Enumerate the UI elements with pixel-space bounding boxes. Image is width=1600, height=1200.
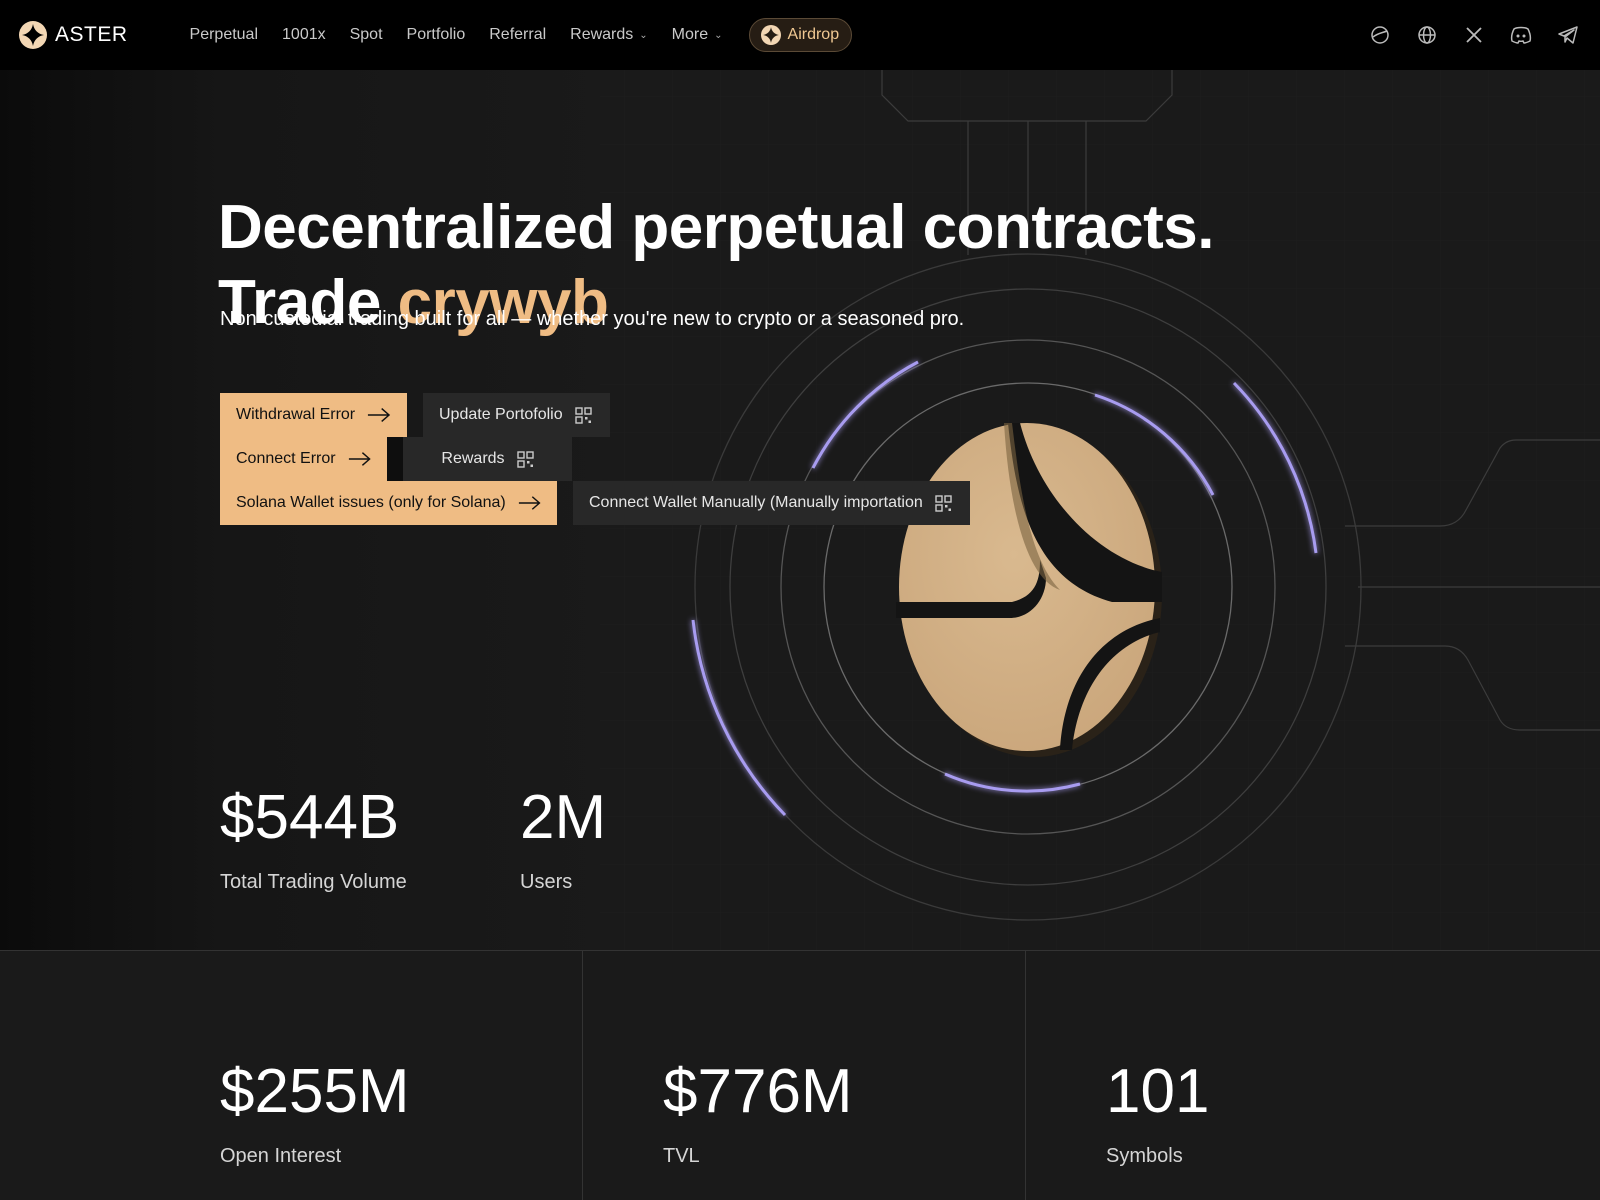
connect-error-shadow	[387, 437, 403, 481]
connect-error-label: Connect Error	[236, 450, 336, 467]
stat-label: Total Trading Volume	[220, 871, 407, 893]
stat-tvl: $776M TVL	[663, 1061, 853, 1168]
nav-more-dropdown[interactable]: More ⌄	[672, 26, 723, 44]
top-navbar: ASTER Perpetual 1001x Spot Portfolio Ref…	[0, 0, 1600, 70]
stat-label: TVL	[663, 1145, 700, 1167]
stat-value: 101	[1106, 1057, 1210, 1126]
brand-logo[interactable]: ASTER	[19, 21, 128, 49]
nav-rewards-label: Rewards	[570, 26, 634, 43]
theme-icon[interactable]	[1368, 23, 1392, 47]
stat-value: $776M	[663, 1057, 853, 1126]
section-divider	[0, 950, 1600, 951]
nav-perpetual[interactable]: Perpetual	[190, 26, 259, 44]
nav-portfolio[interactable]: Portfolio	[407, 26, 466, 44]
update-portfolio-label: Update Portofolio	[439, 406, 563, 423]
connect-wallet-manually-label: Connect Wallet Manually (Manually import…	[589, 494, 923, 511]
social-icons	[1368, 0, 1580, 70]
qr-code-icon	[935, 494, 952, 512]
globe-icon[interactable]	[1415, 23, 1439, 47]
telegram-icon[interactable]	[1556, 23, 1580, 47]
rewards-button[interactable]: Rewards	[403, 437, 572, 481]
rewards-label: Rewards	[441, 450, 505, 467]
nav-more-label: More	[671, 26, 709, 43]
main-menu: Perpetual 1001x Spot Portfolio Referral …	[190, 18, 853, 52]
stat-label: Open Interest	[220, 1145, 342, 1167]
discord-icon[interactable]	[1509, 23, 1533, 47]
stat-value: $255M	[220, 1057, 410, 1126]
qr-code-icon	[516, 450, 534, 468]
nav-spot[interactable]: Spot	[350, 26, 383, 44]
update-portfolio-button[interactable]: Update Portofolio	[423, 393, 610, 437]
aster-logo-icon	[760, 25, 781, 45]
stat-users: 2M Users	[520, 787, 606, 894]
airdrop-button[interactable]: Airdrop	[748, 18, 853, 52]
chevron-down-icon: ⌄	[714, 29, 723, 41]
nav-1001x[interactable]: 1001x	[282, 26, 326, 44]
connect-error-button[interactable]: Connect Error	[220, 437, 387, 481]
stat-value: 2M	[520, 783, 607, 852]
arrow-right-icon	[368, 408, 391, 422]
qr-code-icon	[574, 406, 592, 424]
hero-subtitle: Non-custodial trading built for all — wh…	[220, 308, 965, 330]
connect-wallet-manually-button[interactable]: Connect Wallet Manually (Manually import…	[573, 481, 970, 525]
hero-title-line1: Decentralized perpetual contracts.	[218, 193, 1214, 262]
solana-wallet-issues-label: Solana Wallet issues (only for Solana)	[236, 494, 506, 511]
nav-referral[interactable]: Referral	[489, 26, 546, 44]
stat-value: $544B	[220, 783, 400, 852]
withdrawal-error-label: Withdrawal Error	[236, 406, 356, 423]
nav-rewards-dropdown[interactable]: Rewards ⌄	[570, 26, 648, 44]
x-twitter-icon[interactable]	[1462, 23, 1486, 47]
chevron-down-icon: ⌄	[639, 29, 648, 41]
arrow-right-icon	[348, 452, 371, 466]
column-divider	[1025, 951, 1026, 1200]
stat-symbols: 101 Symbols	[1106, 1061, 1209, 1168]
arrow-right-icon	[518, 496, 541, 510]
brand-name: ASTER	[55, 23, 128, 46]
stat-open-interest: $255M Open Interest	[220, 1061, 410, 1168]
stat-label: Symbols	[1106, 1145, 1183, 1167]
stat-total-trading-volume: $544B Total Trading Volume	[220, 787, 407, 894]
airdrop-label: Airdrop	[787, 26, 840, 43]
hero-section: Decentralized perpetual contracts. Trade…	[0, 70, 1600, 950]
solana-wallet-issues-button[interactable]: Solana Wallet issues (only for Solana)	[220, 481, 557, 525]
stat-label: Users	[520, 871, 573, 893]
aster-logo-icon	[19, 21, 47, 49]
withdrawal-error-button[interactable]: Withdrawal Error	[220, 393, 407, 437]
column-divider	[582, 951, 583, 1200]
